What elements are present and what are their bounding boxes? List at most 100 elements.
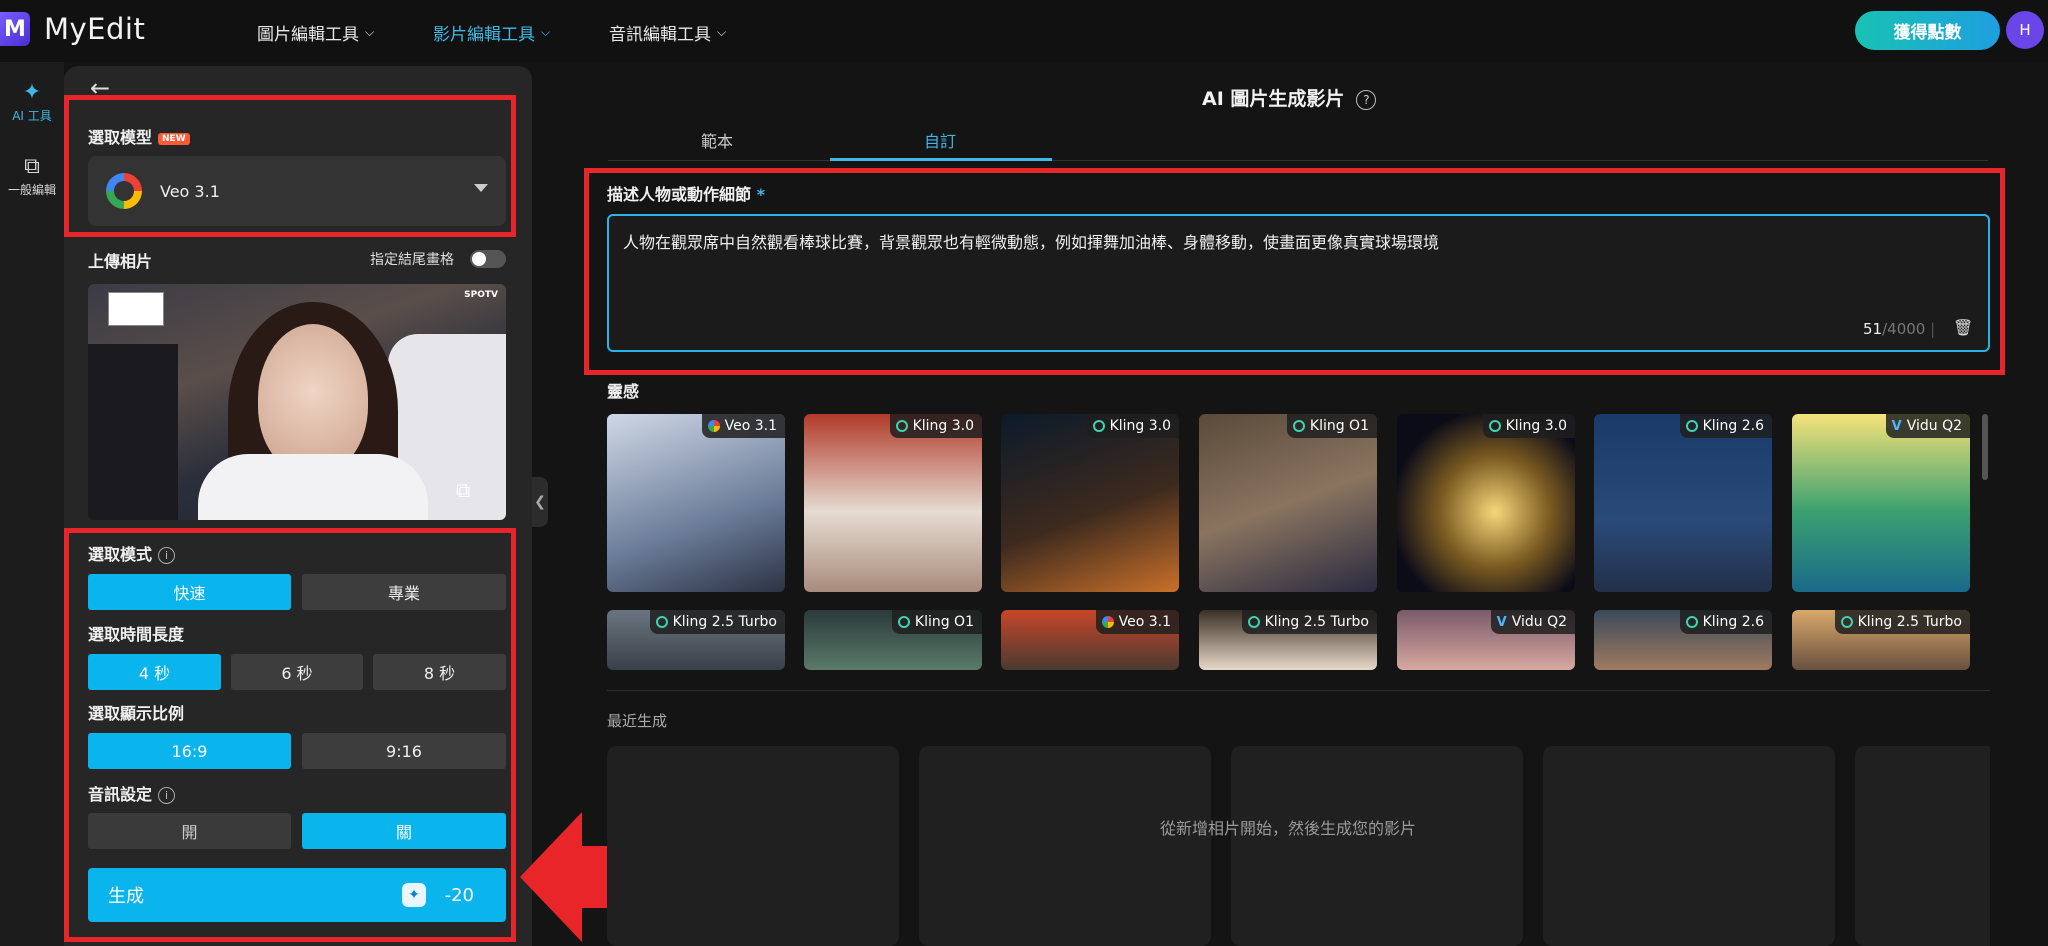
recent-placeholder <box>607 746 899 946</box>
model-tag: Veo 3.1 <box>701 414 785 438</box>
nav-label: 音訊編輯工具 <box>609 25 711 45</box>
model-tag-label: Kling O1 <box>1309 418 1369 434</box>
nav-label: 影片編輯工具 <box>433 25 535 45</box>
kling-logo-icon <box>1092 420 1105 432</box>
kling-logo-icon <box>1488 420 1501 432</box>
model-tag-label: Kling 2.5 Turbo <box>672 614 777 630</box>
scoreboard-graphic <box>108 292 164 326</box>
model-tag-label: Kling 3.0 <box>1505 418 1567 434</box>
tab-templates[interactable]: 範本 <box>701 128 733 152</box>
kling-logo-icon <box>1247 616 1260 628</box>
rail-label: AI 工具 <box>12 109 52 123</box>
model-tag: Kling 2.5 Turbo <box>1834 610 1970 634</box>
prompt-label: 描述人物或動作細節 * <box>607 185 765 204</box>
model-tag-label: Kling 2.5 Turbo <box>1857 614 1962 630</box>
inspiration-thumb[interactable]: Kling 3.0 <box>1001 414 1179 592</box>
chevron-down-icon: ⌵ <box>541 25 551 39</box>
model-tag-label: Kling 2.6 <box>1702 614 1764 630</box>
inspiration-scrollbar[interactable] <box>1982 414 1988 480</box>
inspiration-title: 靈感 <box>607 382 640 401</box>
model-tag: Kling 2.5 Turbo <box>649 610 785 634</box>
uploaded-photo: SPOTV <box>88 284 506 520</box>
top-bar: M MyEdit 圖片編輯工具 ⌵ 影片編輯工具 ⌵ 音訊編輯工具 ⌵ 獲得點數 H <box>0 0 2048 62</box>
magic-wand-icon: ✦ <box>22 80 42 105</box>
spotv-watermark: SPOTV <box>464 290 498 300</box>
nav-audio-tools[interactable]: 音訊編輯工具 ⌵ <box>609 20 726 45</box>
inspiration-thumb[interactable]: Veo 3.1 <box>1001 610 1179 670</box>
model-tag: Kling 2.6 <box>1679 414 1772 438</box>
recent-title: 最近生成 <box>607 712 668 730</box>
model-tag-label: Kling O1 <box>914 614 974 630</box>
recent-placeholder <box>1855 746 1990 946</box>
inspiration-thumb[interactable]: Kling 3.0 <box>1397 414 1575 592</box>
rail-item-general-edit[interactable]: ⧉ 一般編輯 <box>0 154 64 198</box>
model-tag-label: Kling 2.5 Turbo <box>1264 614 1369 630</box>
nav-video-tools[interactable]: 影片編輯工具 ⌵ <box>433 20 550 45</box>
vidu-logo-icon: V <box>1496 614 1507 630</box>
inspiration-thumb[interactable]: Kling 2.5 Turbo <box>1792 610 1970 670</box>
recent-empty-message: 從新增相片開始，然後生成您的影片 <box>1160 819 1417 838</box>
inspiration-thumb[interactable]: Kling 3.0 <box>804 414 982 592</box>
chevron-down-icon: ⌵ <box>365 25 375 39</box>
kling-logo-icon <box>1685 616 1698 628</box>
required-mark: * <box>756 185 765 204</box>
recent-placeholder <box>919 746 1211 946</box>
model-tag-label: Kling 3.0 <box>912 418 974 434</box>
tab-custom[interactable]: 自訂 <box>924 128 956 152</box>
model-tag-label: Vidu Q2 <box>1906 418 1962 434</box>
model-tag-label: Vidu Q2 <box>1511 614 1567 630</box>
nav-image-tools[interactable]: 圖片編輯工具 ⌵ <box>257 20 374 45</box>
inspiration-thumb[interactable]: Veo 3.1 <box>607 414 785 592</box>
kling-logo-icon <box>655 616 668 628</box>
rail-label: 一般編輯 <box>7 183 56 197</box>
vidu-logo-icon: V <box>1891 418 1902 434</box>
end-frame-toggle[interactable] <box>470 250 506 268</box>
inspiration-thumb[interactable]: V Vidu Q2 <box>1397 610 1575 670</box>
model-tag: V Vidu Q2 <box>1885 414 1970 438</box>
model-tag: Kling 3.0 <box>1086 414 1179 438</box>
model-tag-label: Kling 3.0 <box>1109 418 1171 434</box>
tool-rail: ✦ AI 工具 ⧉ 一般編輯 <box>0 62 64 946</box>
collapse-panel-button[interactable]: ❮ <box>532 477 548 527</box>
model-tag: Kling 3.0 <box>889 414 982 438</box>
model-tag: Kling 2.5 Turbo <box>1241 610 1377 634</box>
model-tag: Kling O1 <box>1286 414 1377 438</box>
model-tag: Kling 3.0 <box>1482 414 1575 438</box>
avatar[interactable]: H <box>2006 11 2044 49</box>
kling-logo-icon <box>1840 616 1853 628</box>
rail-item-ai-tools[interactable]: ✦ AI 工具 <box>0 80 64 124</box>
active-tab-indicator <box>830 158 1052 161</box>
chevron-down-icon: ⌵ <box>717 25 727 39</box>
app-logo[interactable]: M MyEdit <box>0 12 145 46</box>
highlight-box-model <box>64 95 516 237</box>
google-logo-icon <box>1101 616 1114 628</box>
upload-title: 上傳相片 <box>88 252 153 271</box>
end-frame-label: 指定結尾畫格 <box>370 252 454 268</box>
kling-logo-icon <box>1685 420 1698 432</box>
inspiration-thumb[interactable]: Kling O1 <box>804 610 982 670</box>
model-tag: Veo 3.1 <box>1095 610 1179 634</box>
inspiration-thumb[interactable]: Kling 2.5 Turbo <box>1199 610 1377 670</box>
kling-logo-icon <box>897 616 910 628</box>
inspiration-thumb[interactable]: Kling 2.5 Turbo <box>607 610 785 670</box>
get-points-button[interactable]: 獲得點數 <box>1855 11 2000 50</box>
inspiration-thumb[interactable]: Kling O1 <box>1199 414 1377 592</box>
layers-icon: ⧉ <box>24 154 40 179</box>
kling-logo-icon <box>1292 420 1305 432</box>
trash-icon[interactable]: 🗑 <box>1953 318 1973 337</box>
inspiration-thumb[interactable]: V Vidu Q2 <box>1792 414 1970 592</box>
page-title: AI 圖片生成影片? <box>1202 84 1377 111</box>
model-tag: Kling 2.6 <box>1679 610 1772 634</box>
inspiration-thumb[interactable]: Kling 2.6 <box>1594 414 1772 592</box>
prompt-textarea[interactable]: 人物在觀眾席中自然觀看棒球比賽，背景觀眾也有輕微動態，例如揮舞加油棒、身體移動，… <box>607 214 1990 352</box>
model-tag-label: Veo 3.1 <box>1118 614 1171 630</box>
model-tag: V Vidu Q2 <box>1490 610 1575 634</box>
myedit-logo-icon: M <box>0 12 30 46</box>
model-tag: Kling O1 <box>891 610 982 634</box>
help-icon[interactable]: ? <box>1356 89 1377 110</box>
inspiration-thumb[interactable]: Kling 2.6 <box>1594 610 1772 670</box>
recent-placeholder <box>1231 746 1523 946</box>
crop-icon[interactable]: ⧉ <box>456 478 470 502</box>
highlight-box-settings <box>64 528 516 942</box>
model-tag-label: Kling 2.6 <box>1702 418 1764 434</box>
